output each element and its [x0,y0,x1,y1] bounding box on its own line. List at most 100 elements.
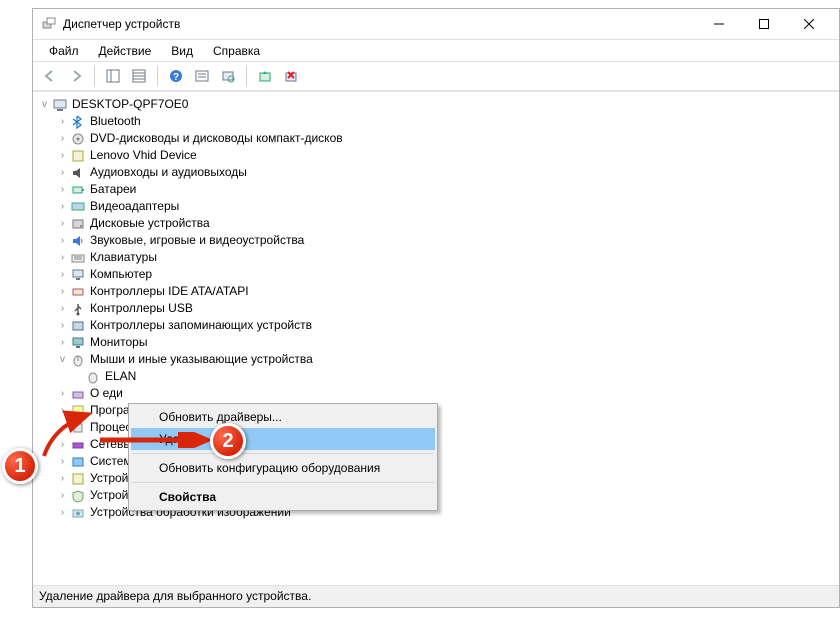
ide-icon [70,284,86,300]
tree-label: Bluetooth [90,113,141,130]
bluetooth-icon [70,114,86,130]
mouse-icon [85,369,101,385]
expander-icon[interactable]: › [55,130,70,147]
toolbar-sep [157,66,158,86]
tree-item[interactable]: ›Контроллеры USB [35,300,839,317]
statusbar: Удаление драйвера для выбранного устройс… [33,585,839,607]
minimize-button[interactable] [696,9,741,39]
update-driver-icon[interactable] [254,65,276,87]
expander-icon[interactable]: › [55,385,70,402]
tree-item[interactable]: › Контроллеры запоминающих устройств [35,317,839,334]
tree-item[interactable]: › DVD-дисководы и дисководы компакт-диско… [35,130,839,147]
expander-icon[interactable]: › [55,249,70,266]
expander-icon[interactable]: › [55,283,70,300]
tree-item[interactable]: › Lenovo Vhid Device [35,147,839,164]
tree-item[interactable]: › Батареи [35,181,839,198]
tree-label: О еди [90,385,123,402]
monitor-icon [70,335,86,351]
show-hide-tree-icon[interactable] [102,65,124,87]
properties-icon[interactable] [128,65,150,87]
tree-item[interactable]: › Контроллеры IDE ATA/ATAPI [35,283,839,300]
audio-icon [70,165,86,181]
expander-icon[interactable]: › [55,164,70,181]
menu-help[interactable]: Справка [203,42,270,60]
tree-label: Батареи [90,181,136,198]
tree-item[interactable]: › Звуковые, игровые и видеоустройства [35,232,839,249]
tree-label: Клавиатуры [90,249,157,266]
uninstall-icon[interactable] [280,65,302,87]
hid-icon [70,471,86,487]
usb-icon [70,301,86,317]
expander-icon[interactable]: › [55,147,70,164]
tree-label: DVD-дисководы и дисководы компакт-дисков [90,130,343,147]
device-tree[interactable]: v DESKTOP-QPF7OE0 › Bluetooth › DVD-дисков… [33,92,839,585]
tree-item[interactable]: › Клавиатуры [35,249,839,266]
tree-label: Звуковые, игровые и видеоустройства [90,232,304,249]
menu-view[interactable]: Вид [161,42,203,60]
expander-icon[interactable]: › [55,470,70,487]
context-menu: Обновить драйверы... Удалить Обновить ко… [128,403,438,511]
tree-label: Контроллеры запоминающих устройств [90,317,312,334]
expander-icon[interactable]: › [55,113,70,130]
tree-label: Мыши и иные указывающие устройства [90,351,313,368]
tree-root[interactable]: v DESKTOP-QPF7OE0 [35,96,839,113]
window-title: Диспетчер устройств [63,17,696,31]
computer-icon [70,267,86,283]
tree-label: ELAN [105,368,136,385]
tree-label: Мониторы [90,334,147,351]
nav-back-icon[interactable] [39,65,61,87]
tree-child-selected[interactable]: ELAN [35,368,839,385]
menu-action[interactable]: Действие [89,42,162,60]
tree-item[interactable]: › Bluetooth [35,113,839,130]
list-icon[interactable] [191,65,213,87]
expander-icon[interactable]: › [55,215,70,232]
expander-icon[interactable]: › [55,334,70,351]
expander-icon[interactable]: › [55,487,70,504]
sound-icon [70,233,86,249]
tree-item-expanded[interactable]: v Мыши и иные указывающие устройства [35,351,839,368]
annotation-arrow-2 [98,432,218,448]
tree-label: Компьютер [90,266,152,283]
tree-label: Видеоадаптеры [90,198,179,215]
tree-item[interactable]: › Видеоадаптеры [35,198,839,215]
tree-label: Lenovo Vhid Device [90,147,197,164]
disk-icon [70,216,86,232]
security-icon [70,488,86,504]
display-adapter-icon [70,199,86,215]
expander-icon[interactable]: › [55,300,70,317]
ctx-scan-hardware[interactable]: Обновить конфигурацию оборудования [131,457,435,479]
window-controls [696,9,831,39]
tree-label: Контроллеры IDE ATA/ATAPI [90,283,249,300]
toolbar: ? [33,61,839,91]
help-icon[interactable]: ? [165,65,187,87]
device-manager-window: Диспетчер устройств Файл Действие Вид Сп… [32,8,840,608]
expander-icon[interactable]: › [55,317,70,334]
nav-forward-icon[interactable] [65,65,87,87]
expander-icon[interactable]: › [55,266,70,283]
tree-item[interactable]: ›Дисковые устройства [35,215,839,232]
app-icon [41,16,57,32]
tree-item[interactable]: › Компьютер [35,266,839,283]
close-button[interactable] [786,9,831,39]
tree-item[interactable]: ›Аудиовходы и аудиовыходы [35,164,839,181]
annotation-badge-2: 2 [210,423,246,459]
maximize-button[interactable] [741,9,786,39]
ctx-update-drivers[interactable]: Обновить драйверы... [131,406,435,428]
expander-icon[interactable]: v [37,96,52,113]
tree-item[interactable]: › Мониторы [35,334,839,351]
mouse-category-icon [70,352,86,368]
annotation-badge-1: 1 [2,448,38,484]
print-queue-icon [70,386,86,402]
toolbar-sep [246,66,247,86]
scan-icon[interactable] [217,65,239,87]
expander-icon[interactable]: › [55,181,70,198]
tree-label: DESKTOP-QPF7OE0 [72,96,188,113]
expander-icon[interactable]: › [55,232,70,249]
dvd-icon [70,131,86,147]
menu-file[interactable]: Файл [39,42,89,60]
tree-item[interactable]: › О еди [35,385,839,402]
ctx-properties[interactable]: Свойства [131,486,435,508]
expander-icon[interactable]: › [55,198,70,215]
expander-icon[interactable]: v [55,351,70,368]
expander-icon[interactable]: › [55,504,70,521]
